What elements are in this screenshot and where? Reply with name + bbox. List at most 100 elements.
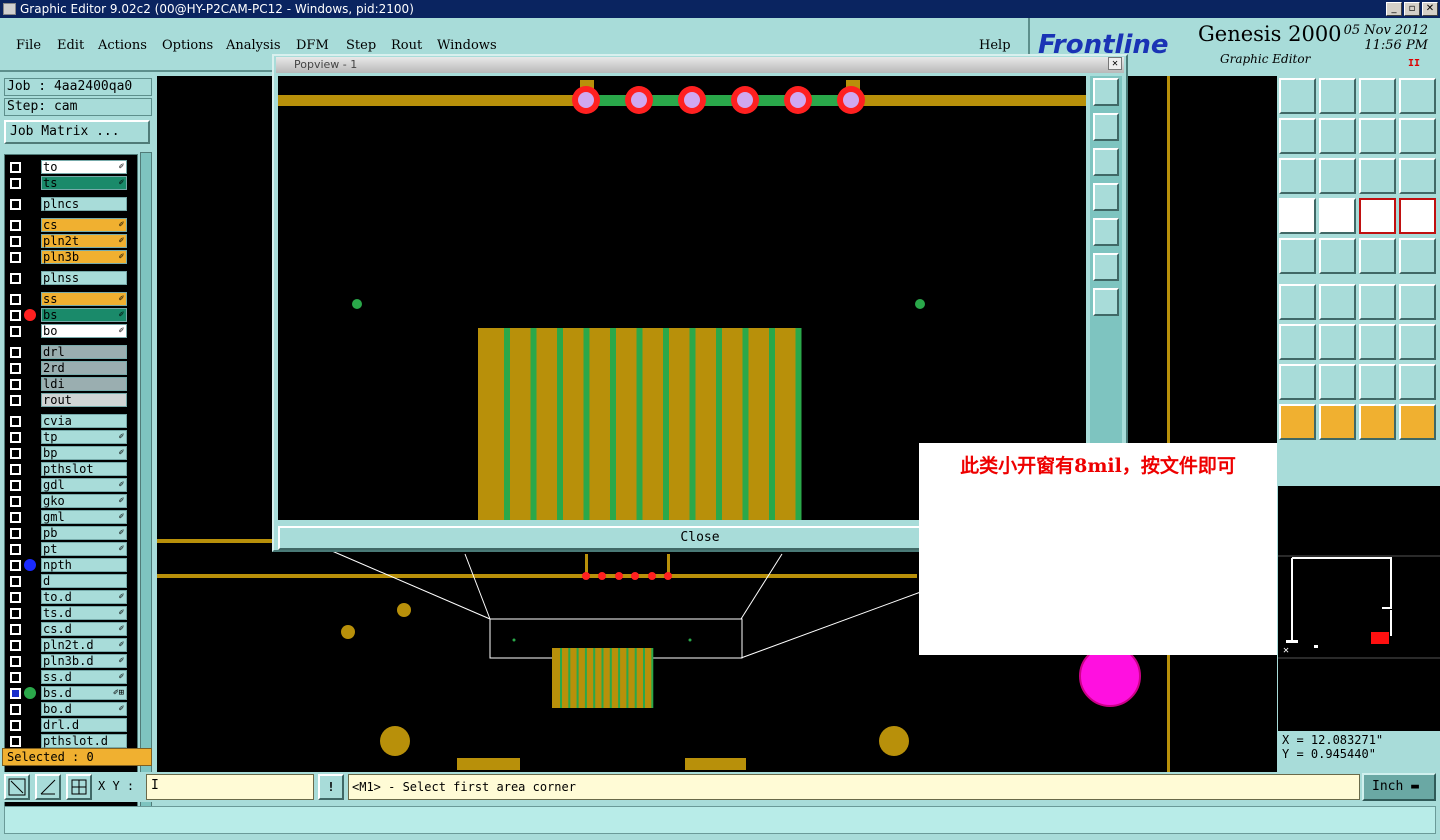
tool-button-27-icon[interactable] [1359, 324, 1396, 360]
tool-button-11-icon[interactable] [1359, 158, 1396, 194]
layer-row[interactable]: ss ✐ [5, 291, 137, 307]
layer-row[interactable]: bs ✐ [5, 307, 137, 323]
layer-checkbox[interactable] [10, 199, 21, 210]
layer-checkbox[interactable] [10, 464, 21, 475]
popview-zoom-in-icon[interactable] [1093, 253, 1119, 281]
layer-checkbox[interactable] [10, 432, 21, 443]
layer-name[interactable]: gml ✐ [41, 510, 127, 524]
layer-row[interactable]: npth [5, 557, 137, 573]
layer-checkbox[interactable] [10, 252, 21, 263]
layer-name[interactable]: pln3b.d ✐ [41, 654, 127, 668]
layer-checkbox[interactable] [10, 395, 21, 406]
tool-button-36-icon[interactable] [1399, 404, 1436, 440]
layer-checkbox[interactable] [10, 512, 21, 523]
layer-row[interactable]: pb ✐ [5, 525, 137, 541]
tool-button-18-icon[interactable] [1319, 238, 1356, 274]
layer-checkbox[interactable] [10, 162, 21, 173]
layer-row[interactable]: pln3b ✐ [5, 249, 137, 265]
layer-name[interactable]: to ✐ [41, 160, 127, 174]
tool-button-25-icon[interactable] [1279, 324, 1316, 360]
layer-name[interactable]: cvia [41, 414, 127, 428]
layer-checkbox[interactable] [10, 294, 21, 305]
layer-checkbox[interactable] [10, 326, 21, 337]
layer-row[interactable]: bo ✐ [5, 323, 137, 339]
layer-checkbox[interactable] [10, 347, 21, 358]
layer-name[interactable]: ss.d ✐ [41, 670, 127, 684]
popview-zoom-fit-icon[interactable] [1093, 78, 1119, 106]
tool-button-1-icon[interactable] [1279, 78, 1316, 114]
minimize-button[interactable]: _ [1386, 2, 1402, 16]
layer-name[interactable]: bp ✐ [41, 446, 127, 460]
menu-dfm[interactable]: DFM [296, 38, 329, 53]
layer-name[interactable]: pthslot.d [41, 734, 127, 748]
menu-step[interactable]: Step [346, 38, 376, 53]
xy-input[interactable]: I [146, 774, 314, 800]
layer-checkbox[interactable] [10, 448, 21, 459]
job-matrix-button[interactable]: Job Matrix ... [4, 120, 150, 144]
menu-actions[interactable]: Actions [98, 38, 147, 53]
tool-button-2-icon[interactable] [1319, 78, 1356, 114]
tool-button-16-icon[interactable] [1399, 198, 1436, 234]
tool-button-21-icon[interactable] [1279, 284, 1316, 320]
tool-button-4-icon[interactable] [1399, 78, 1436, 114]
tool-button-10-icon[interactable] [1319, 158, 1356, 194]
layer-row[interactable]: pthslot.d [5, 733, 137, 749]
popview-close-x[interactable]: ✕ [1108, 57, 1122, 70]
layer-row[interactable]: plnss [5, 270, 137, 286]
tool-button-32-icon[interactable] [1399, 364, 1436, 400]
menu-options[interactable]: Options [162, 38, 213, 53]
layer-checkbox[interactable] [10, 656, 21, 667]
layer-checkbox[interactable] [10, 363, 21, 374]
layer-row[interactable]: gko ✐ [5, 493, 137, 509]
layer-name[interactable]: pt ✐ [41, 542, 127, 556]
layer-name[interactable]: pln2t.d ✐ [41, 638, 127, 652]
layer-checkbox[interactable] [10, 688, 21, 699]
layer-checkbox[interactable] [10, 608, 21, 619]
layer-checkbox[interactable] [10, 624, 21, 635]
layer-name[interactable]: plnss [41, 271, 127, 285]
layer-name[interactable]: cs ✐ [41, 218, 127, 232]
layer-name[interactable]: bs.d ✐⊞ [41, 686, 127, 700]
menu-rout[interactable]: Rout [391, 38, 422, 53]
layer-row[interactable]: cvia [5, 413, 137, 429]
layer-row[interactable]: to.d ✐ [5, 589, 137, 605]
layer-row[interactable]: ldi [5, 376, 137, 392]
layer-checkbox[interactable] [10, 720, 21, 731]
layer-list-scrollbar[interactable] [140, 152, 152, 820]
layer-row[interactable]: d [5, 573, 137, 589]
layer-name[interactable]: ldi [41, 377, 127, 391]
menu-file[interactable]: File [16, 38, 41, 53]
layer-name[interactable]: 2rd [41, 361, 127, 375]
close-window-button[interactable]: ✕ [1422, 2, 1438, 16]
layer-checkbox[interactable] [10, 592, 21, 603]
tool-button-13-icon[interactable] [1279, 198, 1316, 234]
overview-map[interactable]: ✕ [1278, 486, 1440, 736]
layer-name[interactable]: pb ✐ [41, 526, 127, 540]
tool-button-28-icon[interactable] [1399, 324, 1436, 360]
layer-row[interactable]: bs.d ✐⊞ [5, 685, 137, 701]
layer-row[interactable]: drl.d [5, 717, 137, 733]
layer-row[interactable]: bp ✐ [5, 445, 137, 461]
layer-checkbox[interactable] [10, 220, 21, 231]
layer-name[interactable]: npth [41, 558, 127, 572]
warning-button[interactable]: ! [318, 774, 344, 800]
layer-name[interactable]: cs.d ✐ [41, 622, 127, 636]
layer-row[interactable]: cs.d ✐ [5, 621, 137, 637]
layer-checkbox[interactable] [10, 416, 21, 427]
menu-analysis[interactable]: Analysis [226, 38, 281, 53]
layer-name[interactable]: bs ✐ [41, 308, 127, 322]
tool-button-31-icon[interactable] [1359, 364, 1396, 400]
tool-button-29-icon[interactable] [1279, 364, 1316, 400]
layer-name[interactable]: rout [41, 393, 127, 407]
layer-row[interactable]: tp ✐ [5, 429, 137, 445]
layer-row[interactable]: gdl ✐ [5, 477, 137, 493]
layer-checkbox[interactable] [10, 379, 21, 390]
layer-name[interactable]: to.d ✐ [41, 590, 127, 604]
layer-row[interactable]: pln3b.d ✐ [5, 653, 137, 669]
layer-name[interactable]: ss ✐ [41, 292, 127, 306]
layer-row[interactable]: to ✐ [5, 159, 137, 175]
popview-pan-down-icon[interactable] [1093, 148, 1119, 176]
layer-name[interactable]: gko ✐ [41, 494, 127, 508]
tool-button-8-icon[interactable] [1399, 118, 1436, 154]
tool-button-17-icon[interactable] [1279, 238, 1316, 274]
